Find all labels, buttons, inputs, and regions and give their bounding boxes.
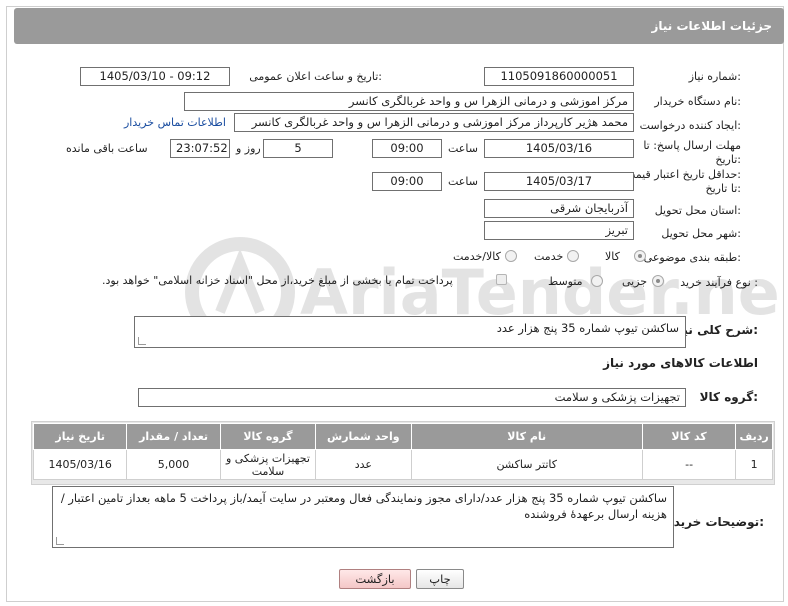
reply-deadline-label: مهلت ارسال پاسخ: تا <box>643 139 741 152</box>
requester-field: محمد هژیر کارپرداز مرکز اموزشی و درمانی … <box>234 113 634 132</box>
announce-label: تاریخ و ساعت اعلان عمومی: <box>249 70 382 83</box>
resize-handle-icon[interactable] <box>56 537 64 545</box>
price-validity-label-2: تا تاریخ: <box>705 182 741 195</box>
col-row-header: ردیف <box>735 423 773 450</box>
col-group-header: گروه کالا <box>219 423 317 450</box>
need-number-label: شماره نیاز: <box>688 70 741 83</box>
cell-qty: 5,000 <box>126 449 221 480</box>
reply-time-field: 09:00 <box>372 139 442 158</box>
resize-handle-icon[interactable] <box>138 337 146 345</box>
cell-name: کاتتر ساکشن <box>410 449 643 480</box>
province-label: استان محل تحویل: <box>654 204 741 217</box>
buyer-org-label: نام دستگاه خریدار: <box>654 95 741 108</box>
summary-textarea[interactable]: ساکشن تیوپ شماره 35 پنج هزار عدد <box>134 316 686 348</box>
process-option-minor: جزیی <box>622 275 648 288</box>
process-radio-minor[interactable] <box>652 275 664 287</box>
reply-date-field: 1405/03/16 <box>484 139 634 158</box>
cell-unit: عدد <box>315 449 412 480</box>
treasury-checkbox[interactable] <box>496 274 507 285</box>
buyer-notes-textarea[interactable]: ساکشن تیوپ شماره 35 پنج هزار عدد/دارای م… <box>52 486 674 548</box>
payment-note: پرداخت تمام یا بخشی از مبلغ خرید،از محل … <box>102 274 453 287</box>
price-date-field: 1405/03/17 <box>484 172 634 191</box>
remaining-time-field: 23:07:52 <box>170 139 230 158</box>
col-name-header: نام کالا <box>410 423 643 450</box>
category-option-goods: کالا <box>605 250 620 263</box>
goods-group-label: گروه کالا: <box>699 390 758 404</box>
need-number-field: 1105091860000051 <box>484 67 634 86</box>
cell-group: تجهیزات پزشکی و سلامت <box>219 449 317 480</box>
print-button[interactable]: چاپ <box>416 569 464 589</box>
reply-deadline-label-2: تاریخ: <box>715 153 741 166</box>
cell-row: 1 <box>735 449 773 480</box>
col-unit-header: واحد شمارش <box>315 423 412 450</box>
city-field: تبریز <box>484 221 634 240</box>
price-validity-label: حداقل تاریخ اعتبار قیمت: <box>625 168 741 181</box>
category-option-service: خدمت <box>534 250 564 263</box>
announce-field: 1405/03/10 - 09:12 <box>80 67 230 86</box>
page-header: جزئیات اطلاعات نیاز <box>14 8 784 44</box>
buyer-org-field: مرکز اموزشی و درمانی الزهرا س و واحد غرب… <box>184 92 634 111</box>
category-option-goods-service: کالا/خدمت <box>453 250 501 263</box>
price-time-field: 09:00 <box>372 172 442 191</box>
reply-time-label: ساعت <box>448 142 478 155</box>
col-date-header: تاریخ نیاز <box>32 423 128 450</box>
process-radio-medium[interactable] <box>591 275 603 287</box>
page-title: جزئیات اطلاعات نیاز <box>651 19 772 33</box>
category-radio-goods[interactable] <box>634 250 646 262</box>
process-option-medium: متوسط <box>548 275 583 288</box>
goods-group-field: تجهیزات پزشکی و سلامت <box>138 388 686 407</box>
goods-info-title: اطلاعات کالاهای مورد نیاز <box>603 356 758 370</box>
category-radio-service[interactable] <box>567 250 579 262</box>
table-header-row: ردیف کد کالا نام کالا واحد شمارش گروه کا… <box>32 423 773 450</box>
table-row: 1 -- کاتتر ساکشن عدد تجهیزات پزشکی و سلا… <box>32 449 773 480</box>
cell-code: -- <box>641 449 737 480</box>
province-field: آذربایجان شرقی <box>484 199 634 218</box>
buyer-notes-text: ساکشن تیوپ شماره 35 پنج هزار عدد/دارای م… <box>60 491 667 521</box>
summary-text: ساکشن تیوپ شماره 35 پنج هزار عدد <box>496 321 679 335</box>
cell-date: 1405/03/16 <box>32 449 128 480</box>
days-label: روز و <box>236 142 261 155</box>
buyer-notes-label: توضیحات خریدار: <box>662 515 764 529</box>
days-field: 5 <box>263 139 333 158</box>
back-button[interactable]: بازگشت <box>339 569 411 589</box>
buyer-contact-link[interactable]: اطلاعات تماس خریدار <box>124 116 226 129</box>
city-label: شهر محل تحویل: <box>661 227 741 240</box>
col-code-header: کد کالا <box>641 423 737 450</box>
process-label: نوع فرآیند خرید : <box>680 276 758 289</box>
items-table: ردیف کد کالا نام کالا واحد شمارش گروه کا… <box>32 423 773 480</box>
category-radio-goods-service[interactable] <box>505 250 517 262</box>
requester-label: ایجاد کننده درخواست: <box>639 119 741 132</box>
remaining-label: ساعت باقی مانده <box>66 142 148 155</box>
col-qty-header: تعداد / مقدار <box>126 423 221 450</box>
category-label: طبقه بندی موضوعی: <box>643 251 741 264</box>
price-time-label: ساعت <box>448 175 478 188</box>
